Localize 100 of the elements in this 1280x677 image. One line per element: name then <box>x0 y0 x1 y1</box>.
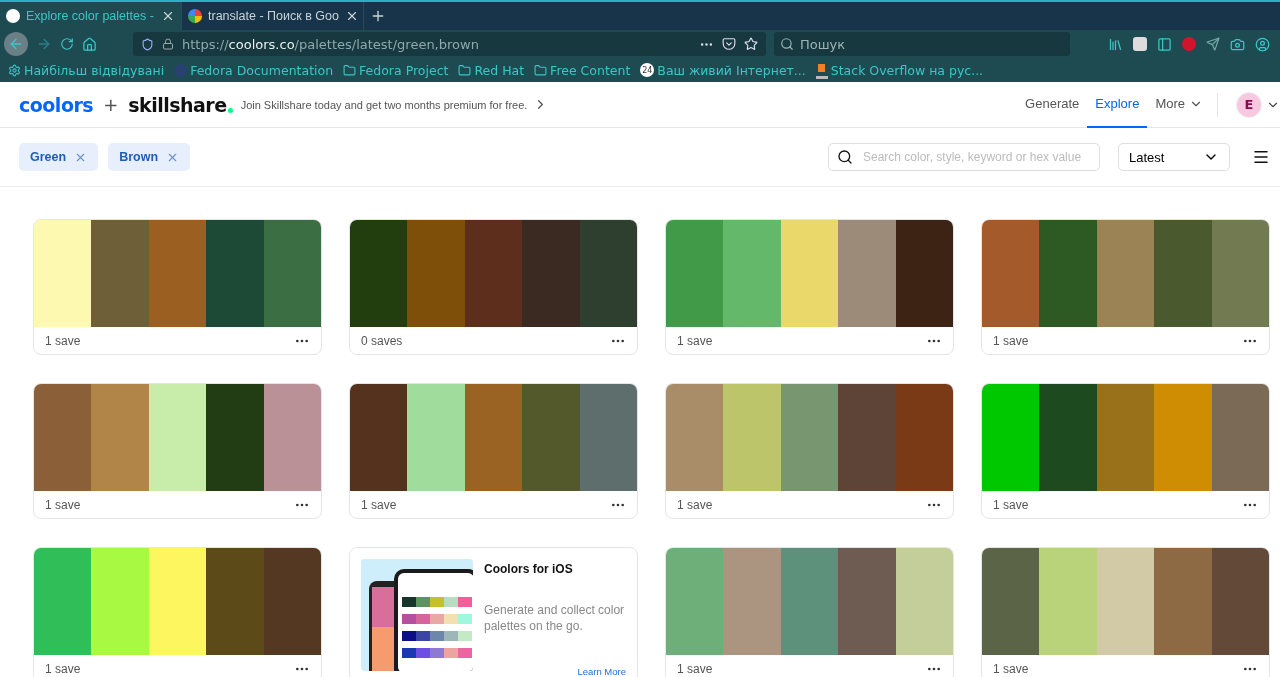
menu-icon[interactable] <box>1252 148 1270 166</box>
learn-more-link[interactable]: Learn More <box>577 666 626 677</box>
color-swatch[interactable] <box>780 220 839 327</box>
bookmark-link[interactable]: Fedora Project <box>359 62 449 78</box>
send-icon[interactable] <box>1206 37 1220 51</box>
color-swatch[interactable] <box>1039 548 1097 655</box>
color-swatch[interactable] <box>579 220 637 327</box>
color-swatch[interactable] <box>464 384 523 491</box>
search-field[interactable]: Search color, style, keyword or hex value <box>828 143 1100 171</box>
color-swatch[interactable] <box>1154 548 1212 655</box>
color-swatch[interactable] <box>148 220 207 327</box>
color-swatch[interactable] <box>1039 384 1097 491</box>
color-swatch[interactable] <box>982 220 1040 327</box>
bookmark-link[interactable]: Fedora Documentation <box>190 62 334 78</box>
color-swatch[interactable] <box>407 220 465 327</box>
color-swatch[interactable] <box>1096 220 1155 327</box>
color-swatch[interactable] <box>666 548 724 655</box>
sort-select[interactable]: Latest <box>1118 143 1230 171</box>
color-swatch[interactable] <box>895 384 953 491</box>
color-swatch[interactable] <box>91 384 149 491</box>
color-swatch[interactable] <box>666 384 724 491</box>
extension-icon[interactable] <box>1182 37 1196 51</box>
color-swatch[interactable] <box>1154 384 1212 491</box>
color-swatch[interactable] <box>464 220 523 327</box>
color-swatch[interactable] <box>263 384 321 491</box>
color-swatch[interactable] <box>838 384 896 491</box>
home-icon[interactable] <box>82 36 97 52</box>
palette-card[interactable]: 1 save <box>665 547 954 677</box>
color-swatch[interactable] <box>34 384 92 491</box>
color-swatch[interactable] <box>982 384 1040 491</box>
nav-link[interactable]: More <box>1147 81 1211 128</box>
nav-link[interactable]: Explore <box>1087 81 1148 128</box>
color-swatch[interactable] <box>522 384 580 491</box>
color-swatch[interactable] <box>1211 548 1269 655</box>
color-swatch[interactable] <box>91 220 149 327</box>
color-swatch[interactable] <box>723 384 781 491</box>
color-swatch[interactable] <box>148 548 207 655</box>
palette-card[interactable]: 1 save <box>981 547 1270 677</box>
extension-icon[interactable] <box>1133 37 1147 51</box>
star-icon[interactable] <box>744 37 758 51</box>
color-swatch[interactable] <box>263 548 321 655</box>
palette-card[interactable]: 1 save <box>665 383 954 519</box>
promo-text[interactable]: Join Skillshare today and get two months premium for free. <box>240 98 528 111</box>
color-swatch[interactable] <box>148 384 207 491</box>
color-swatch[interactable] <box>1096 548 1155 655</box>
color-swatch[interactable] <box>780 548 839 655</box>
browser-tab[interactable]: translate - Поиск в Goo <box>182 2 364 30</box>
color-swatch[interactable] <box>34 548 92 655</box>
bookmark-link[interactable]: Free Content <box>550 62 631 78</box>
logo[interactable]: coolors <box>19 93 94 116</box>
avatar[interactable]: E <box>1236 91 1262 118</box>
filter-chip[interactable]: Brown <box>108 143 191 171</box>
account-icon[interactable] <box>1255 36 1270 52</box>
browser-search-field[interactable]: Пошук <box>774 32 1070 56</box>
palette-card[interactable]: 1 save <box>33 219 322 355</box>
bookmark-link[interactable]: Найбільш відвідувані <box>24 62 165 78</box>
screenshot-icon[interactable] <box>1230 36 1245 52</box>
partner-logo[interactable]: skillshare <box>128 93 227 116</box>
bookmark-link[interactable]: Red Hat <box>474 62 525 78</box>
color-swatch[interactable] <box>1154 220 1212 327</box>
color-swatch[interactable] <box>206 548 264 655</box>
library-icon[interactable] <box>1108 36 1123 52</box>
color-swatch[interactable] <box>780 384 839 491</box>
color-swatch[interactable] <box>838 220 896 327</box>
color-swatch[interactable] <box>1096 384 1155 491</box>
filter-chip[interactable]: Green <box>19 143 99 171</box>
browser-tab[interactable]: Explore color palettes - <box>0 2 182 30</box>
color-swatch[interactable] <box>34 220 92 327</box>
forward-icon[interactable] <box>36 36 52 52</box>
color-swatch[interactable] <box>350 220 408 327</box>
nav-link[interactable]: Generate <box>1017 81 1088 128</box>
color-swatch[interactable] <box>579 384 637 491</box>
color-swatch[interactable] <box>206 220 264 327</box>
back-button[interactable] <box>4 32 28 56</box>
palette-card[interactable]: 1 save <box>981 383 1270 519</box>
palette-card[interactable]: 1 save <box>349 383 638 519</box>
color-swatch[interactable] <box>723 548 781 655</box>
color-swatch[interactable] <box>895 548 953 655</box>
color-swatch[interactable] <box>206 384 264 491</box>
address-bar[interactable]: https://coolors.co/palettes/latest/green,brown <box>133 32 766 56</box>
color-swatch[interactable] <box>407 384 465 491</box>
color-swatch[interactable] <box>91 548 149 655</box>
color-swatch[interactable] <box>666 220 724 327</box>
color-swatch[interactable] <box>982 548 1040 655</box>
sidebar-icon[interactable] <box>1157 36 1172 52</box>
palette-card[interactable]: 1 save <box>665 219 954 355</box>
palette-card[interactable]: 1 save <box>981 219 1270 355</box>
reload-icon[interactable] <box>60 37 74 51</box>
color-swatch[interactable] <box>895 220 953 327</box>
palette-card[interactable]: 0 saves <box>349 219 638 355</box>
palette-card[interactable]: 1 save <box>33 383 322 519</box>
color-swatch[interactable] <box>1039 220 1097 327</box>
color-swatch[interactable] <box>522 220 580 327</box>
color-swatch[interactable] <box>723 220 781 327</box>
color-swatch[interactable] <box>1211 220 1269 327</box>
color-swatch[interactable] <box>350 384 408 491</box>
bookmark-link[interactable]: Ваш живий Інтернет... <box>657 62 806 78</box>
close-icon[interactable] <box>161 9 175 23</box>
bookmark-link[interactable]: Stack Overflow на рус... <box>830 62 984 78</box>
color-swatch[interactable] <box>1211 384 1269 491</box>
